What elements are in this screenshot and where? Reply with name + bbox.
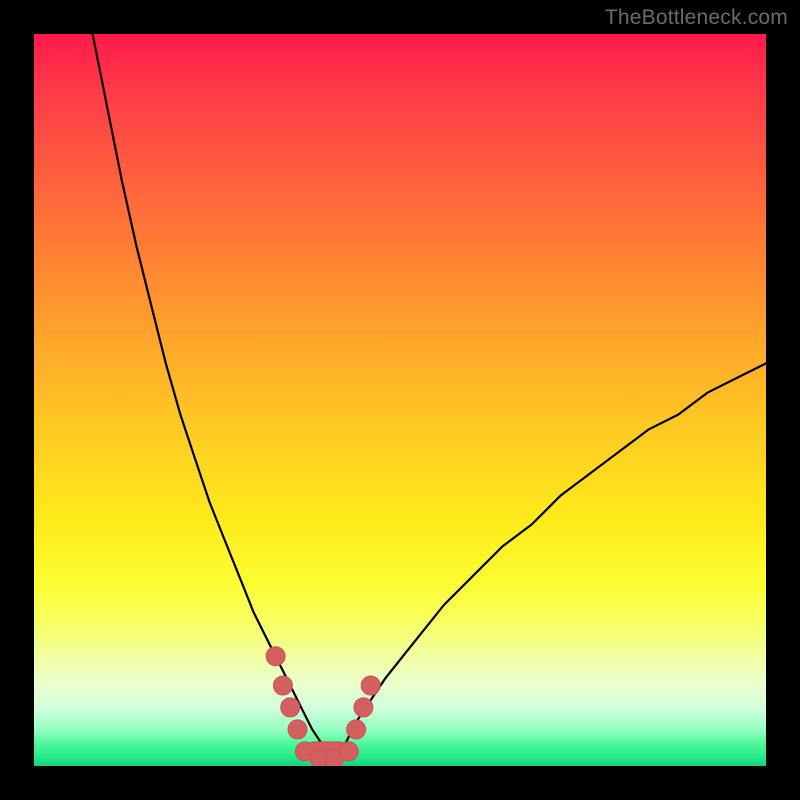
threshold-marker	[266, 647, 285, 666]
threshold-marker	[354, 698, 373, 717]
chart-frame: TheBottleneck.com	[0, 0, 800, 800]
threshold-markers	[266, 647, 380, 766]
bottleneck-curve	[93, 34, 766, 751]
threshold-marker	[281, 698, 300, 717]
plot-area	[34, 34, 766, 766]
threshold-marker	[361, 676, 380, 695]
threshold-marker	[288, 720, 307, 739]
threshold-marker	[339, 742, 358, 761]
watermark-text: TheBottleneck.com	[605, 6, 788, 30]
threshold-marker	[347, 720, 366, 739]
chart-svg	[34, 34, 766, 766]
threshold-marker	[273, 676, 292, 695]
